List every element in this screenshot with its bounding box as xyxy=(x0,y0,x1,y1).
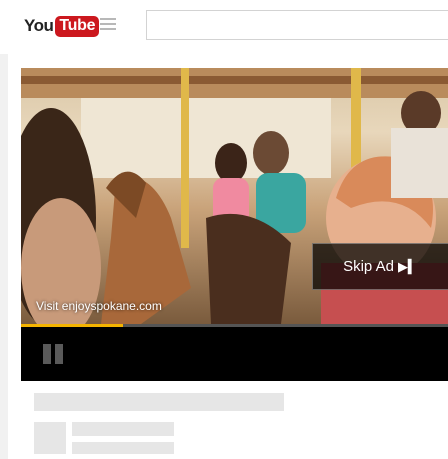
youtube-logo[interactable]: You Tube xyxy=(24,15,100,37)
avatar-placeholder xyxy=(34,422,66,454)
pause-icon[interactable] xyxy=(43,344,65,366)
channel-placeholder xyxy=(72,422,174,436)
search-input[interactable] xyxy=(146,10,448,40)
skip-ad-button[interactable]: Skip Ad ▶▍ xyxy=(312,243,448,290)
title-placeholder xyxy=(34,393,284,411)
skip-ad-label: Skip Ad xyxy=(343,258,394,275)
masthead: You Tube xyxy=(0,0,448,54)
ad-visit-link[interactable]: Visit enjoyspokane.com xyxy=(36,299,162,313)
logo-you: You xyxy=(24,16,54,35)
skip-next-icon: ▶▍ xyxy=(397,258,418,274)
menu-icon[interactable] xyxy=(100,18,116,32)
subscribe-placeholder xyxy=(72,442,174,454)
logo-tube: Tube xyxy=(55,15,100,37)
player-controls xyxy=(21,327,448,381)
video-player[interactable]: Visit enjoyspokane.com Skip Ad ▶▍ xyxy=(21,68,448,381)
ad-video-frame[interactable]: Visit enjoyspokane.com Skip Ad ▶▍ xyxy=(21,68,448,324)
